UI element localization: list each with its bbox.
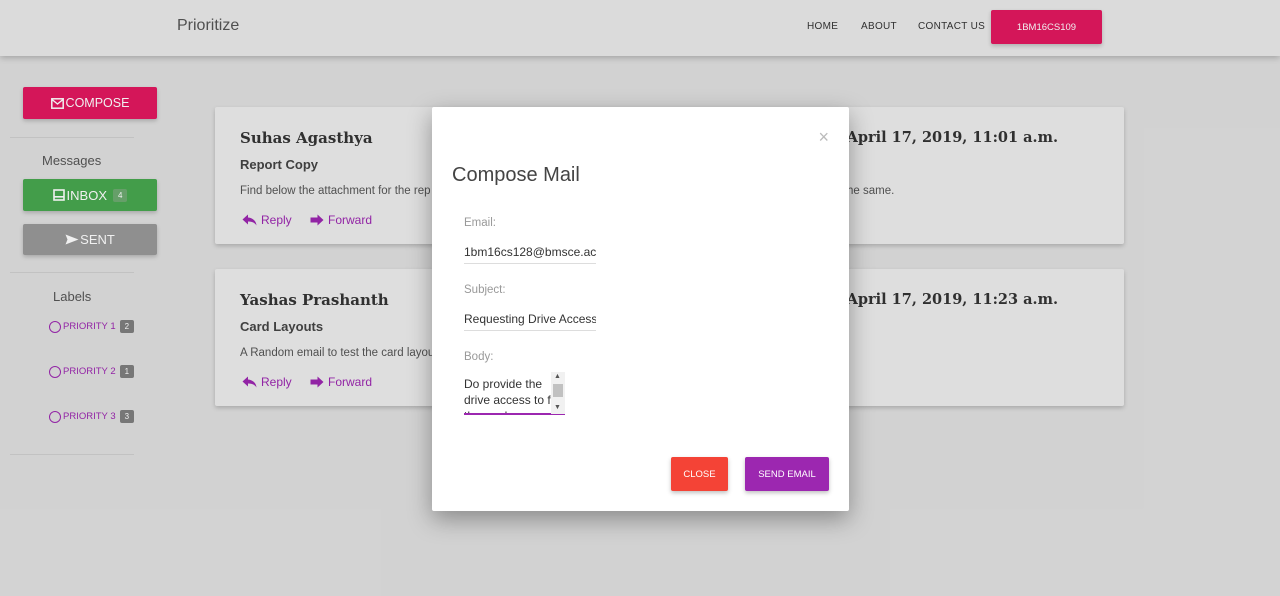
email-label: Email: bbox=[464, 217, 496, 229]
body-textarea[interactable]: Do provide the drive access to for the c… bbox=[464, 373, 565, 415]
scroll-thumb[interactable] bbox=[553, 384, 563, 397]
scroll-up-icon[interactable]: ▲ bbox=[554, 373, 561, 380]
send-email-button[interactable]: SEND EMAIL bbox=[745, 457, 829, 491]
modal-title: Compose Mail bbox=[452, 164, 580, 186]
body-scrollbar[interactable]: ▲ ▼ bbox=[551, 372, 565, 414]
scroll-down-icon[interactable]: ▼ bbox=[554, 404, 561, 411]
subject-field[interactable] bbox=[464, 307, 596, 331]
close-button[interactable]: CLOSE bbox=[671, 457, 728, 491]
body-label: Body: bbox=[464, 351, 494, 363]
compose-mail-modal: × Compose Mail Email: Subject: Body: Do … bbox=[432, 107, 849, 511]
close-icon[interactable]: × bbox=[818, 127, 829, 148]
subject-label: Subject: bbox=[464, 284, 506, 296]
email-field[interactable] bbox=[464, 240, 596, 264]
